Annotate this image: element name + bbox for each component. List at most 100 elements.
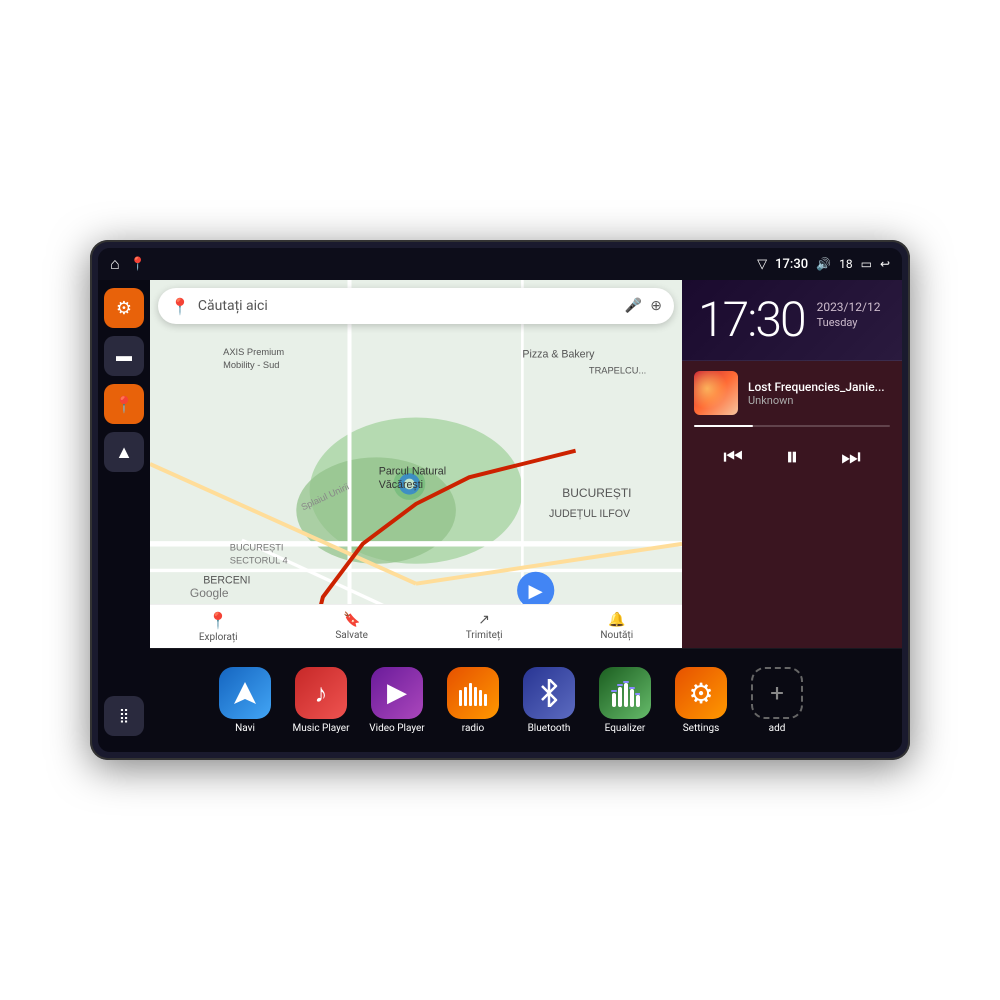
screen: ⌂ 📍 ▽ 17:30 🔊 18 ▭ ↩ ⚙ ▬	[98, 248, 902, 752]
sidebar-nav-btn[interactable]: ▲	[104, 432, 144, 472]
bluetooth-icon	[523, 667, 575, 719]
settings-icon: ⚙	[116, 298, 132, 319]
clock-date-line1: 2023/12/12	[817, 300, 881, 314]
main-content: ⚙ ▬ 📍 ▲ ⣿	[98, 280, 902, 752]
back-icon[interactable]: ↩	[880, 257, 890, 271]
saved-icon: 🔖	[343, 612, 360, 628]
map-pin-icon: 📍	[114, 395, 134, 414]
layers-icon[interactable]: ⊕	[650, 298, 662, 314]
updates-icon: 🔔	[608, 612, 625, 628]
app-add[interactable]: + add	[742, 667, 812, 734]
wifi-icon: ▽	[757, 257, 767, 272]
music-title: Lost Frequencies_Janie...	[748, 380, 890, 394]
app-settings[interactable]: ⚙ Settings	[666, 667, 736, 734]
car-head-unit: ⌂ 📍 ▽ 17:30 🔊 18 ▭ ↩ ⚙ ▬	[90, 240, 910, 760]
clock-date: 2023/12/12 Tuesday	[817, 296, 881, 329]
battery-icon: ▭	[861, 257, 872, 271]
next-button[interactable]: ⏭	[841, 444, 861, 470]
progress-fill	[694, 425, 753, 427]
app-music-player[interactable]: ♪ Music Player	[286, 667, 356, 734]
add-icon: +	[751, 667, 803, 719]
music-section: Lost Frequencies_Janie... Unknown ⏮	[682, 361, 902, 648]
music-controls: ⏮ ⏸ ⏭	[682, 431, 902, 483]
settings-label: Settings	[683, 723, 720, 734]
app-video-player[interactable]: ▶ Video Player	[362, 667, 432, 734]
share-icon: ↗	[478, 612, 490, 628]
clock-time: 17:30	[698, 296, 805, 344]
album-art-image	[694, 371, 738, 415]
clock-date-line2: Tuesday	[817, 316, 881, 329]
album-art	[694, 371, 738, 415]
add-label: add	[769, 723, 786, 734]
battery-level: 18	[839, 257, 853, 271]
video-player-icon: ▶	[371, 667, 423, 719]
svg-text:Văcărești: Văcărești	[379, 479, 423, 491]
navi-icon	[219, 667, 271, 719]
search-input[interactable]: Căutați aici	[198, 298, 617, 314]
svg-text:BUCUREȘTI: BUCUREȘTI	[562, 486, 631, 500]
sidebar-settings-btn[interactable]: ⚙	[104, 288, 144, 328]
saved-nav-item[interactable]: 🔖 Salvate	[335, 612, 368, 641]
share-nav-item[interactable]: ↗ Trimiteți	[466, 612, 503, 641]
settings-icon: ⚙	[675, 667, 727, 719]
app-equalizer[interactable]: Equalizer	[590, 667, 660, 734]
map-bottom-nav: 📍 Explorați 🔖 Salvate ↗ Trimiteți	[150, 604, 682, 648]
svg-text:BERCENI: BERCENI	[203, 575, 250, 587]
updates-nav-item[interactable]: 🔔 Noutăți	[600, 612, 633, 641]
svg-text:Google: Google	[190, 586, 229, 600]
map-icon[interactable]: 📍	[130, 257, 146, 272]
sidebar-map-btn[interactable]: 📍	[104, 384, 144, 424]
pause-button[interactable]: ⏸	[785, 441, 798, 473]
home-icon[interactable]: ⌂	[110, 254, 120, 274]
status-time: 17:30	[775, 257, 808, 272]
status-left: ⌂ 📍	[110, 254, 146, 274]
bluetooth-label: Bluetooth	[528, 723, 571, 734]
google-maps-icon: 📍	[170, 297, 190, 316]
volume-icon: 🔊	[816, 257, 831, 271]
music-player-icon: ♪	[295, 667, 347, 719]
app-radio[interactable]: radio	[438, 667, 508, 734]
sidebar-apps-btn[interactable]: ⣿	[104, 696, 144, 736]
equalizer-icon	[599, 667, 651, 719]
app-bluetooth[interactable]: Bluetooth	[514, 667, 584, 734]
svg-text:BUCUREȘTI: BUCUREȘTI	[230, 542, 284, 552]
music-meta: Lost Frequencies_Janie... Unknown	[748, 380, 890, 407]
svg-text:AXIS Premium: AXIS Premium	[223, 347, 284, 357]
share-label: Trimiteți	[466, 630, 503, 641]
app-grid: Navi ♪ Music Player ▶ Video Player	[150, 648, 902, 752]
radio-label: radio	[462, 723, 484, 734]
video-player-label: Video Player	[369, 723, 424, 734]
nav-arrow-icon: ▲	[115, 442, 133, 463]
navi-label: Navi	[235, 723, 255, 734]
explore-nav-item[interactable]: 📍 Explorați	[199, 611, 238, 643]
progress-bar-container[interactable]	[682, 425, 902, 427]
music-artist: Unknown	[748, 394, 890, 407]
map-svg: ▶ BUCUREȘTI JUDEȚUL ILFOV BERCENI BUCURE…	[150, 280, 682, 648]
mic-icon[interactable]: 🎤	[625, 298, 642, 314]
updates-label: Noutăți	[600, 630, 633, 641]
grid-icon: ⣿	[119, 708, 129, 724]
explore-label: Explorați	[199, 632, 238, 643]
svg-text:JUDEȚUL ILFOV: JUDEȚUL ILFOV	[549, 508, 631, 520]
svg-text:TRAPELCU...: TRAPELCU...	[589, 366, 646, 376]
explore-icon: 📍	[208, 611, 228, 630]
svg-text:SECTORUL 4: SECTORUL 4	[230, 556, 288, 566]
right-panel: 17:30 2023/12/12 Tuesday	[682, 280, 902, 648]
svg-text:Parcul Natural: Parcul Natural	[379, 466, 446, 478]
status-right: ▽ 17:30 🔊 18 ▭ ↩	[757, 257, 890, 272]
svg-text:▶: ▶	[529, 580, 544, 602]
equalizer-label: Equalizer	[605, 723, 646, 734]
sidebar-folder-btn[interactable]: ▬	[104, 336, 144, 376]
status-bar: ⌂ 📍 ▽ 17:30 🔊 18 ▭ ↩	[98, 248, 902, 280]
map-section: ▶ BUCUREȘTI JUDEȚUL ILFOV BERCENI BUCURE…	[150, 280, 682, 648]
saved-label: Salvate	[335, 630, 368, 641]
svg-text:Pizza & Bakery: Pizza & Bakery	[522, 349, 595, 361]
radio-icon	[447, 667, 499, 719]
music-info: Lost Frequencies_Janie... Unknown	[682, 361, 902, 425]
left-sidebar: ⚙ ▬ 📍 ▲ ⣿	[98, 280, 150, 752]
music-player-label: Music Player	[292, 723, 349, 734]
app-navi[interactable]: Navi	[210, 667, 280, 734]
map-search-bar[interactable]: 📍 Căutați aici 🎤 ⊕	[158, 288, 674, 324]
folder-icon: ▬	[116, 346, 132, 366]
prev-button[interactable]: ⏮	[723, 444, 743, 470]
